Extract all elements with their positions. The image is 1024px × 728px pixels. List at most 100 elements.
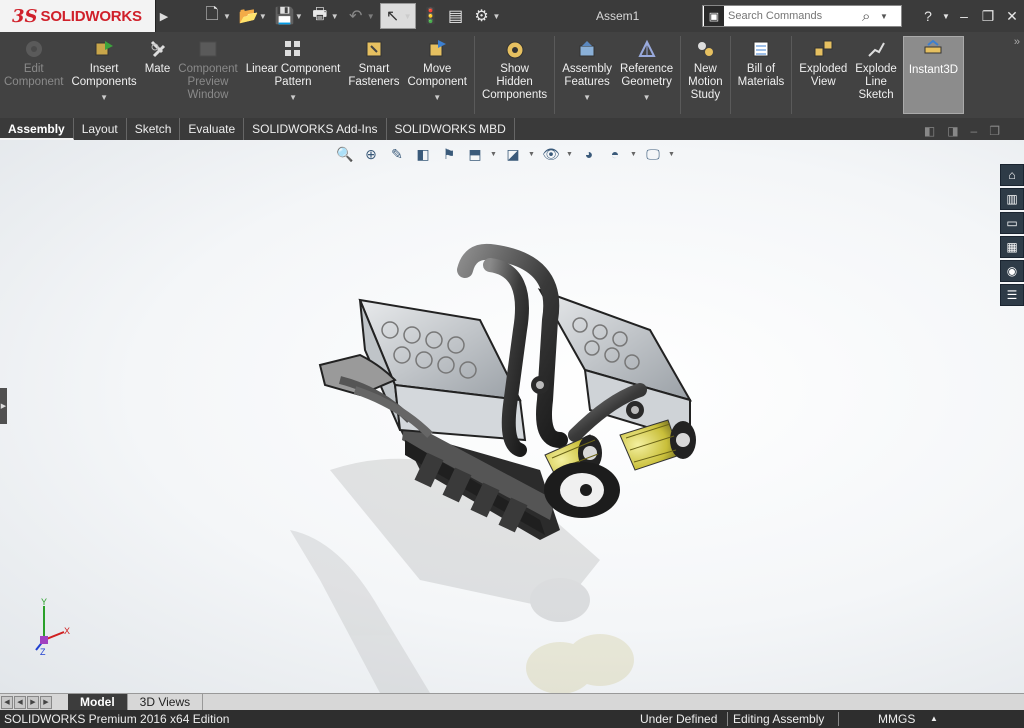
feature-manager-toggle[interactable]: ▶ [0,388,7,424]
engine-assembly-model[interactable] [0,140,1024,693]
first-tab-icon[interactable]: ◀ [1,695,13,709]
apply-scene-icon[interactable]: ◓ [604,144,626,164]
zoom-to-fit-icon[interactable]: 🔍 [334,144,356,164]
close-icon[interactable]: ✕ [1000,8,1024,25]
display-style-icon[interactable]: ◪ [502,144,524,164]
prev-tab-icon[interactable]: ◀ [14,695,26,709]
command-label: Explode Line Sketch [855,63,897,101]
viewport-minimize-icon[interactable]: – [971,124,978,138]
chevron-down-icon[interactable]: ▼ [289,91,297,104]
chevron-down-icon[interactable]: ▼ [880,12,888,21]
command-label: Instant3D [908,64,959,76]
flyout-arrow-icon[interactable]: ▶ [156,0,172,32]
view-settings-icon[interactable]: 🖵 [642,144,664,164]
save-button[interactable]: 💾 ▼ [272,3,306,29]
section-view-icon[interactable]: ◧ [412,144,434,164]
chevron-down-icon[interactable]: ▼ [566,151,574,158]
appearances-icon[interactable]: ◉ [1000,260,1024,282]
linear-pattern-button[interactable]: Linear Component Pattern ▼ [242,32,345,118]
next-tab-icon[interactable]: ▶ [27,695,39,709]
dynamic-annotation-icon[interactable]: ⚑ [438,144,460,164]
save-icon: 💾 [274,8,295,25]
editing-mode: Editing Assembly [733,712,825,726]
chevron-down-icon[interactable]: ▼ [259,12,267,21]
chevron-down-icon[interactable]: ▼ [331,12,339,21]
title-bar: 3S SOLIDWORKS ▶ 🗋 ▼ 📂 ▼ 💾 ▼ 🖶 ▼ ↶ ▼ ↖ ▼ 🚦 ▤ ⚙ ▼ Assem1 … [0,0,1024,32]
chevron-down-icon[interactable]: ▼ [493,12,501,21]
tab-evaluate[interactable]: Evaluate [180,118,245,140]
previous-view-icon[interactable]: ✎ [386,144,408,164]
insert-components-button[interactable]: Insert Components ▼ [67,32,140,118]
bill-of-materials-button[interactable]: Bill of Materials [734,32,789,118]
chevron-down-icon[interactable]: ▼ [100,91,108,104]
more-commands-icon[interactable]: » [1014,36,1020,48]
bottom-tab-3d-views[interactable]: 3D Views [128,693,204,711]
chevron-down-icon[interactable]: ▼ [295,12,303,21]
unit-system[interactable]: MMGS [878,710,915,728]
exploded-view-button[interactable]: Exploded View [795,32,851,118]
units-dropdown-icon[interactable]: ▲ [930,710,938,728]
undo-button[interactable]: ↶ ▼ [344,3,378,29]
move-component-button[interactable]: Move Component ▼ [404,32,471,118]
search-icon[interactable]: ⌕ [862,8,880,25]
chevron-down-icon[interactable]: ▼ [583,91,591,104]
options-button[interactable]: ⚙ ▼ [470,3,504,29]
bottom-tab-model[interactable]: Model [68,693,128,711]
file-explorer-icon[interactable]: ▭ [1000,212,1024,234]
reference-geometry-button[interactable]: Reference Geometry ▼ [616,32,677,118]
solidworks-logo[interactable]: 3S SOLIDWORKS [0,0,156,32]
print-button[interactable]: 🖶 ▼ [308,3,342,29]
smart-fasteners-button[interactable]: Smart Fasteners [344,32,403,118]
restore-icon[interactable]: ❐ [976,8,1000,25]
chevron-down-icon[interactable]: ▼ [528,151,536,158]
tab-solidworks-add-ins[interactable]: SOLIDWORKS Add-Ins [244,118,387,140]
tab-assembly[interactable]: Assembly [0,118,74,140]
explode-line-sketch-icon [864,38,888,60]
edit-appearance-icon[interactable]: ◕ [578,144,600,164]
hide-show-items-icon[interactable]: 👁 [540,144,562,164]
chevron-down-icon[interactable]: ▼ [643,91,651,104]
definition-state: Under Defined [640,712,718,726]
file-properties-button[interactable]: ▤ [444,3,468,29]
assembly-features-button[interactable]: Assembly Features ▼ [558,32,616,118]
chevron-down-icon[interactable]: ▼ [367,12,375,21]
zoom-to-area-icon[interactable]: ⊕ [360,144,382,164]
viewport-restore-icon[interactable]: ❐ [989,124,1000,138]
mate-button[interactable]: Mate [141,32,175,118]
search-commands[interactable]: ▣ ⌕ ▼ [702,5,902,27]
search-input[interactable] [728,10,862,22]
tab-layout[interactable]: Layout [74,118,127,140]
design-library-icon[interactable]: ▥ [1000,188,1024,210]
chevron-down-icon[interactable]: ▼ [404,12,412,21]
chevron-down-icon[interactable]: ▼ [433,91,441,104]
instant3d-button[interactable]: Instant3D [902,36,965,114]
custom-properties-icon[interactable]: ☰ [1000,284,1024,306]
rebuild-button[interactable]: 🚦 [418,3,442,29]
chevron-down-icon[interactable]: ▼ [630,151,638,158]
help-dropdown-icon[interactable]: ▼ [940,12,952,21]
explode-line-sketch-button[interactable]: Explode Line Sketch [851,32,901,118]
chevron-down-icon[interactable]: ▼ [223,12,231,21]
collapse-left-icon[interactable]: ◧ [924,124,935,138]
minimize-icon[interactable]: – [952,8,976,24]
new-document-icon: 🗋 [205,5,219,23]
motion-study-button[interactable]: New Motion Study [684,32,727,118]
component-preview-button[interactable]: Component Preview Window [174,32,241,118]
command-label: Show Hidden Components [481,63,548,101]
tab-solidworks-mbd[interactable]: SOLIDWORKS MBD [387,118,515,140]
show-hidden-button[interactable]: Show Hidden Components [478,32,551,118]
select-button[interactable]: ↖ ▼ [379,3,416,29]
view-orientation-icon[interactable]: ⬒ [464,144,486,164]
view-palette-icon[interactable]: ▦ [1000,236,1024,258]
chevron-down-icon[interactable]: ▼ [490,151,498,158]
open-button[interactable]: 📂 ▼ [236,3,270,29]
last-tab-icon[interactable]: ▶ [40,695,52,709]
help-icon[interactable]: ? [916,8,940,24]
tab-sketch[interactable]: Sketch [127,118,181,140]
collapse-right-icon[interactable]: ◨ [947,124,958,138]
new-document-button[interactable]: 🗋 ▼ [200,3,234,29]
chevron-down-icon[interactable]: ▼ [668,151,676,158]
solidworks-resources-icon[interactable]: ⌂ [1000,164,1024,186]
graphics-area[interactable]: 🔍 ⊕ ✎ ◧ ⚑ ⬒ ▼ ◪ ▼ 👁 ▼ ◕ ◓ ▼ 🖵 ▼ ⌂ ▥ ▭ ▦ ◉ ☰ ▶ Y X Z [0,140,1024,693]
edit-component-button[interactable]: Edit Component [0,32,67,118]
